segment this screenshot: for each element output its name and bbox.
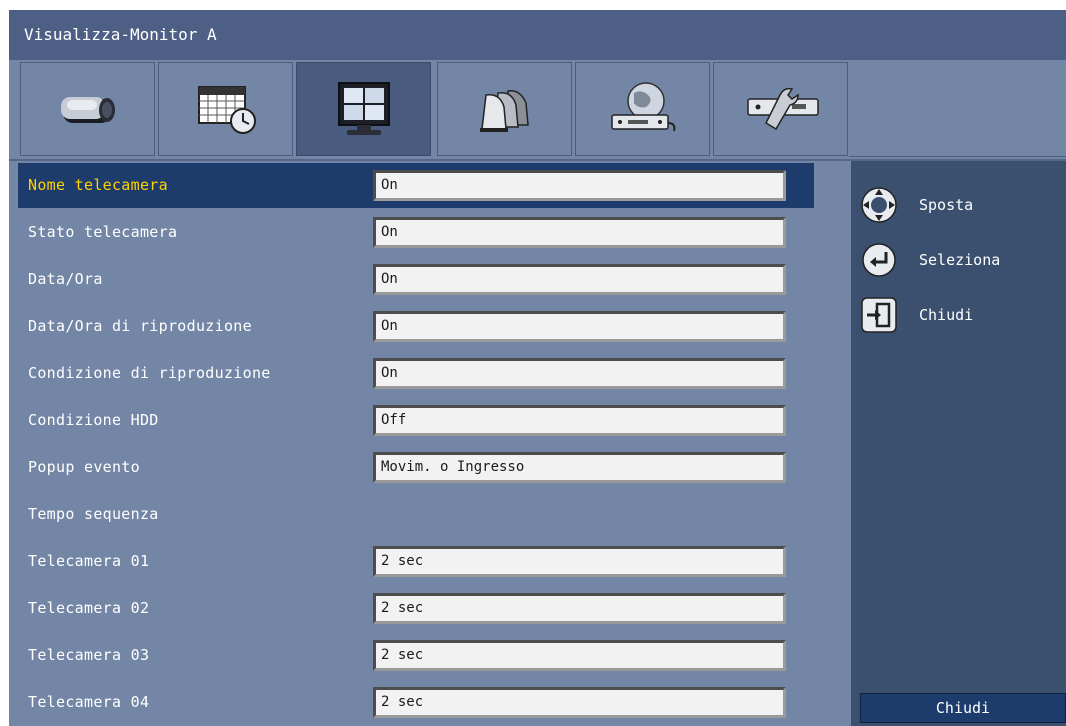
section-heading: Tempo sequenza [28,505,159,523]
setting-row-telecamera-03[interactable]: Telecamera 03 2 sec [18,633,814,678]
setting-label: Telecamera 02 [28,599,150,617]
monitor-icon [297,63,430,155]
setting-value-field[interactable]: On [373,264,786,295]
section-heading-tempo-sequenza: Tempo sequenza [18,492,814,537]
hint-sposta: Sposta [859,185,1059,225]
network-icon [576,63,709,155]
tab-bar-filler [849,62,1066,157]
title-bar: Visualizza-Monitor A [9,10,1066,60]
setting-row-telecamera-04[interactable]: Telecamera 04 2 sec [18,680,814,725]
setting-value-field[interactable]: On [373,217,786,248]
setting-label: Telecamera 03 [28,646,150,664]
hint-label: Chiudi [919,306,974,324]
setting-label: Telecamera 01 [28,552,150,570]
tab-schedule[interactable] [158,62,293,156]
dpad-arrows-icon [859,185,899,225]
tab-bar [9,60,1066,159]
tab-display[interactable] [296,62,431,156]
setting-value-field[interactable]: Off [373,405,786,436]
setting-row-nome-telecamera[interactable]: Nome telecamera On [18,163,814,208]
setting-label: Condizione HDD [28,411,159,429]
setting-value-field[interactable]: On [373,170,786,201]
alarm-bells-icon [438,63,571,155]
setting-label: Stato telecamera [28,223,178,241]
setting-row-telecamera-01[interactable]: Telecamera 01 2 sec [18,539,814,584]
setting-value-field[interactable]: Movim. o Ingresso [373,452,786,483]
setting-row-data-ora-riproduzione[interactable]: Data/Ora di riproduzione On [18,304,814,349]
setting-label: Nome telecamera [28,176,168,194]
setting-row-telecamera-02[interactable]: Telecamera 02 2 sec [18,586,814,631]
close-button[interactable]: Chiudi [860,693,1066,723]
schedule-icon [159,63,292,155]
window-title: Visualizza-Monitor A [24,25,217,44]
setting-row-data-ora[interactable]: Data/Ora On [18,257,814,302]
setting-value-field[interactable]: 2 sec [373,593,786,624]
setting-value-field[interactable]: On [373,311,786,342]
setting-label: Popup evento [28,458,140,476]
setting-row-condizione-riproduzione[interactable]: Condizione di riproduzione On [18,351,814,396]
setting-value-field[interactable]: 2 sec [373,640,786,671]
settings-list: Nome telecamera On Stato telecamera On D… [9,161,851,726]
tab-system[interactable] [713,62,848,156]
exit-door-icon [859,295,899,335]
tab-camera[interactable] [20,62,155,156]
tools-icon [714,63,847,155]
hint-seleziona: Seleziona [859,240,1059,280]
setting-label: Telecamera 04 [28,693,150,711]
help-panel: Sposta Seleziona Chiudi Chiudi [851,161,1066,726]
osd-window: Visualizza-Monitor A Nome telecamera On … [9,10,1066,726]
hint-label: Seleziona [919,251,1001,269]
setting-value-field[interactable]: On [373,358,786,389]
setting-label: Data/Ora di riproduzione [28,317,252,335]
hint-label: Sposta [919,196,974,214]
setting-row-stato-telecamera[interactable]: Stato telecamera On [18,210,814,255]
tab-network[interactable] [575,62,710,156]
setting-label: Data/Ora [28,270,103,288]
enter-icon [859,240,899,280]
setting-label: Condizione di riproduzione [28,364,271,382]
tab-alarms[interactable] [437,62,572,156]
setting-row-popup-evento[interactable]: Popup evento Movim. o Ingresso [18,445,814,490]
setting-value-field[interactable]: 2 sec [373,687,786,718]
setting-value-field[interactable]: 2 sec [373,546,786,577]
setting-row-condizione-hdd[interactable]: Condizione HDD Off [18,398,814,443]
camera-icon [21,63,154,155]
hint-chiudi: Chiudi [859,295,1059,335]
